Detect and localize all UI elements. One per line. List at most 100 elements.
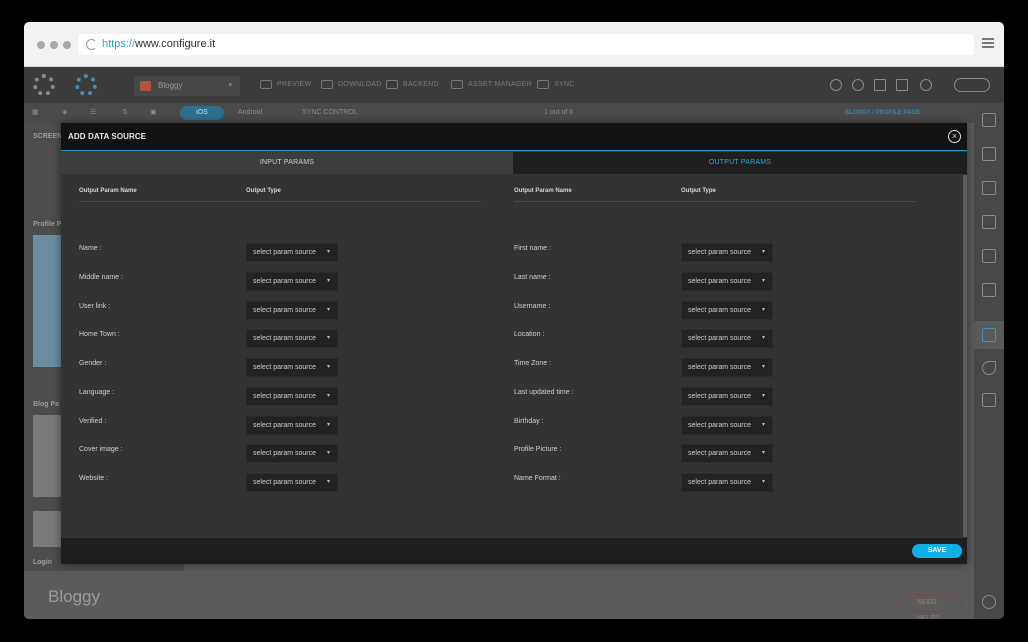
modal-footer: SAVE — [61, 538, 967, 564]
settings-gear-icon[interactable] — [33, 74, 55, 96]
backend-button[interactable]: BACKEND — [386, 67, 439, 103]
tab-output-params[interactable]: OUTPUT PARAMS — [513, 152, 967, 174]
param-source-value: select param source — [253, 306, 317, 314]
sliders-icon[interactable]: ⇅ — [122, 103, 128, 123]
window-icon[interactable] — [982, 283, 996, 297]
command-icon[interactable] — [896, 79, 908, 91]
param-name-label: Verified : — [79, 417, 107, 425]
preview-button[interactable]: PREVIEW — [260, 67, 311, 103]
user-menu-toggle[interactable] — [954, 78, 990, 92]
param-row: User link : select param source ▾ — [79, 300, 481, 323]
param-name-label: Profile Picture : — [514, 446, 562, 454]
param-row: Birthday : select param source ▾ — [514, 415, 916, 438]
window-maximize-dot[interactable] — [63, 41, 71, 49]
param-source-select[interactable]: select param source ▾ — [246, 444, 338, 464]
data-grid-icon[interactable] — [982, 328, 996, 342]
param-type-header: Output Type — [681, 188, 716, 194]
list-icon[interactable]: ☰ — [90, 103, 96, 123]
modal-scrollbar-thumb[interactable] — [963, 175, 967, 537]
param-source-select[interactable]: select param source ▾ — [681, 271, 773, 291]
param-source-select[interactable]: select param source ▾ — [681, 473, 773, 492]
param-source-select[interactable]: select param source ▾ — [246, 243, 338, 262]
preview-label: PREVIEW — [277, 81, 312, 88]
bell-icon[interactable] — [920, 79, 932, 91]
param-source-select[interactable]: select param source ▾ — [246, 271, 338, 291]
param-source-select[interactable]: select param source ▾ — [246, 329, 338, 349]
param-source-select[interactable]: select param source ▾ — [681, 243, 773, 262]
param-source-value: select param source — [688, 249, 752, 256]
modal-title: ADD DATA SOURCE — [68, 132, 147, 141]
param-name-label: Last name : — [514, 273, 551, 281]
param-source-select[interactable]: select param source ▾ — [681, 415, 773, 435]
grid-view-icon[interactable]: ▦ — [32, 103, 39, 123]
param-source-select[interactable]: select param source ▾ — [681, 358, 773, 377]
url-host: www.configure.it — [135, 38, 216, 50]
cube-icon[interactable]: ◈ — [62, 103, 67, 123]
config-gear-icon[interactable] — [75, 74, 97, 96]
code-icon[interactable] — [830, 79, 842, 91]
app-subtoolbar: ▦ ◈ ☰ ⇅ ▣ iOS Android SYNC CONTROL 1 out… — [24, 103, 980, 123]
param-source-select[interactable]: select param source ▾ — [246, 415, 338, 435]
param-source-value: select param source — [688, 277, 752, 285]
param-source-select[interactable]: select param source ▾ — [246, 473, 338, 492]
sync-control-button[interactable]: SYNC CONTROL — [302, 103, 358, 123]
header-divider — [79, 201, 481, 202]
project-selector[interactable]: Bloggy — [134, 76, 240, 96]
blog-screen-thumb[interactable] — [33, 415, 61, 497]
download-button[interactable]: DOWNLOAD — [321, 67, 382, 103]
param-row: First name : select param source ▾ — [514, 243, 916, 265]
tab-input-params[interactable]: INPUT PARAMS — [61, 152, 513, 174]
chart-icon[interactable] — [982, 249, 996, 263]
param-source-select[interactable]: select param source ▾ — [681, 444, 773, 464]
asset-manager-button[interactable]: ASSET MANAGER — [451, 67, 532, 103]
backend-label: BACKEND — [403, 81, 439, 88]
login-screen-thumb[interactable]: Bloggy — [24, 571, 184, 619]
close-icon[interactable]: × — [948, 130, 961, 143]
browser-window: https://www.configure.it Bloggy PREVIEW … — [24, 22, 1004, 619]
param-source-select[interactable]: select param source ▾ — [246, 386, 338, 406]
sync-button[interactable]: SYNC — [537, 67, 575, 103]
need-help-button[interactable]: NEED HELP? — [898, 594, 962, 619]
param-name-label: Birthday : — [514, 417, 544, 425]
chevron-down-icon: ▾ — [761, 479, 765, 485]
chevron-down-icon: ▾ — [326, 306, 330, 313]
profile-screen-thumb[interactable] — [33, 235, 61, 367]
chevron-down-icon: ▾ — [761, 392, 765, 399]
address-bar[interactable]: https://www.configure.it — [78, 34, 974, 55]
device-icon[interactable]: ▣ — [150, 103, 157, 123]
edit-note-icon[interactable] — [982, 393, 996, 407]
help-circle-icon[interactable] — [982, 595, 996, 609]
form-edit-icon[interactable] — [982, 215, 996, 229]
param-source-value: select param source — [688, 421, 752, 429]
fullscreen-icon[interactable] — [874, 79, 886, 91]
phone-layout-icon[interactable] — [982, 113, 996, 127]
param-name-label: User link : — [79, 302, 111, 310]
window-minimize-dot[interactable] — [50, 41, 58, 49]
platform-android-toggle[interactable]: Android — [238, 103, 262, 123]
param-source-select[interactable]: select param source ▾ — [246, 358, 338, 377]
param-source-select[interactable]: select param source ▾ — [681, 386, 773, 406]
chevron-down-icon: ▾ — [326, 450, 330, 457]
clock-icon[interactable] — [852, 79, 864, 91]
param-source-select[interactable]: select param source ▾ — [246, 300, 338, 320]
chevron-down-icon: ▾ — [761, 249, 765, 255]
screen-pager[interactable]: 1 out of 6 — [544, 103, 573, 123]
param-row: Last updated time : select param source ▾ — [514, 386, 916, 409]
param-row: Time Zone : select param source ▾ — [514, 358, 916, 380]
chevron-down-icon: ▾ — [326, 249, 330, 255]
browser-chrome: https://www.configure.it — [24, 22, 1004, 67]
platform-ios-toggle[interactable]: iOS — [180, 106, 224, 120]
hamburger-menu-icon[interactable] — [982, 38, 994, 48]
window-close-dot[interactable] — [37, 41, 45, 49]
save-button[interactable]: SAVE — [912, 544, 962, 558]
param-source-select[interactable]: select param source ▾ — [681, 329, 773, 349]
undo-icon[interactable] — [982, 361, 996, 375]
param-source-value: select param source — [688, 450, 752, 458]
reload-icon[interactable] — [86, 39, 97, 50]
tools-icon[interactable] — [982, 147, 996, 161]
layout-icon[interactable] — [982, 181, 996, 195]
param-row: Username : select param source ▾ — [514, 300, 916, 323]
param-name-label: Home Town : — [79, 331, 120, 339]
param-source-select[interactable]: select param source ▾ — [681, 300, 773, 320]
blog-screen-thumb-2[interactable] — [33, 511, 61, 547]
